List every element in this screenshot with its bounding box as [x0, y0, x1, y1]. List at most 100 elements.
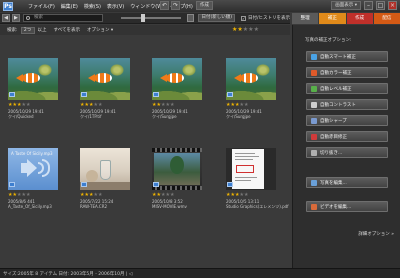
- grid-view-icon[interactable]: [186, 14, 195, 22]
- search-bar: ◀ ▶ 検索 日付(新しい順) ✓ 日付/ヒストリを表示: [0, 13, 290, 24]
- thumbnail-filename: クイ/Quicked: [8, 114, 34, 119]
- star-rating[interactable]: ★★★★★: [226, 192, 248, 198]
- edit-photo-icon: [311, 179, 317, 186]
- anemone-shape: [182, 64, 196, 76]
- stack-badge-icon: [9, 182, 15, 187]
- stack-badge-icon: [227, 182, 233, 187]
- thumbnail-image[interactable]: [226, 58, 276, 100]
- options-menu[interactable]: オプション ▾: [87, 27, 113, 33]
- stack-badge-icon: [153, 182, 159, 187]
- menu-view[interactable]: 表示(V): [104, 3, 127, 10]
- sort-order-select[interactable]: 日付(新しい順): [198, 14, 235, 22]
- star-icon[interactable]: ★: [170, 102, 174, 108]
- tab-create[interactable]: 作成: [346, 13, 373, 24]
- thumbnail-image[interactable]: [226, 148, 276, 190]
- show-all-link[interactable]: すべてを表示: [54, 27, 80, 33]
- star-icon[interactable]: ★: [244, 102, 248, 108]
- star-rating[interactable]: ★★★★★: [226, 102, 248, 108]
- search-placeholder: 検索: [33, 15, 43, 20]
- tab-fix[interactable]: 補正: [319, 13, 346, 24]
- auto-levels-button[interactable]: 自動レベル補正: [306, 83, 388, 94]
- minimize-icon[interactable]: –: [364, 1, 373, 10]
- undo-redo-group: ↶ ↷: [160, 1, 180, 10]
- close-icon[interactable]: ×: [388, 1, 397, 10]
- tab-organize[interactable]: 整理: [292, 13, 319, 24]
- star-icon[interactable]: ★: [244, 192, 248, 198]
- auto-contrast-button[interactable]: 自動コントラスト: [306, 99, 388, 110]
- tab-share[interactable]: 配信: [373, 13, 400, 24]
- back-arrow-icon[interactable]: ◀: [2, 14, 10, 22]
- maximize-icon[interactable]: □: [376, 1, 385, 10]
- redo-icon[interactable]: ↷: [171, 1, 180, 10]
- app-icon[interactable]: Ps: [3, 1, 13, 11]
- star-icon[interactable]: ★: [254, 26, 259, 34]
- fix-button-label: ビデオを編集...: [320, 204, 352, 210]
- rating-count-select[interactable]: 2つ: [20, 26, 35, 34]
- star-icon[interactable]: ★: [26, 192, 30, 198]
- thumbnail-size-slider[interactable]: [120, 14, 181, 22]
- show-date-toggle[interactable]: ✓ 日付/ヒストリを表示: [241, 15, 290, 21]
- color-fix-icon: [311, 69, 317, 76]
- edit-video-button[interactable]: ビデオを編集...: [306, 201, 388, 212]
- status-bar: サイズ:2005年 8 アイテム 日付: 2003年5月 - 2006年10月 …: [0, 268, 400, 278]
- auto-sharpen-button[interactable]: 自動シャープ: [306, 115, 388, 126]
- rock-shape: [152, 86, 202, 100]
- menu-file[interactable]: ファイル(F): [25, 3, 58, 10]
- stack-badge-icon: [81, 182, 87, 187]
- star-icon[interactable]: ★: [98, 192, 102, 198]
- forward-arrow-icon[interactable]: ▶: [11, 14, 20, 22]
- menu-find[interactable]: 検索(S): [81, 3, 104, 10]
- show-date-checkbox[interactable]: ✓: [241, 15, 246, 21]
- thumbnail-filename: RAW-TEA.CR2: [80, 204, 108, 209]
- rating-filter-stars[interactable]: ★ ★ ★ ★ ★: [232, 26, 259, 34]
- thumbnail-image[interactable]: [80, 58, 130, 100]
- stack-badge-icon: [81, 92, 87, 97]
- fix-button-label: 切り抜き...: [320, 150, 343, 156]
- fix-button-label: 自動コントラスト: [320, 102, 356, 108]
- star-rating[interactable]: ★★★★★: [152, 192, 174, 198]
- rock-shape: [80, 86, 130, 100]
- fix-button-label: 自動赤目修正: [320, 134, 347, 140]
- film-strip-top: [152, 148, 202, 152]
- smart-fix-icon: [311, 53, 317, 60]
- thumbnail-image[interactable]: [152, 58, 202, 100]
- more-options-link[interactable]: 詳細オプション »: [358, 231, 394, 237]
- thumbnail-filename: クイ/Surgjpe: [152, 114, 177, 119]
- search-input[interactable]: 検索: [22, 14, 103, 22]
- thumbnail-image[interactable]: [8, 58, 58, 100]
- anemone-shape: [256, 64, 270, 76]
- red-eye-icon: [311, 133, 317, 140]
- slider-handle[interactable]: [140, 14, 145, 22]
- fix-panel: 写真の補正オプション: 自動スマート補正 自動カラー補正 自動レベル補正 自動コ…: [292, 25, 400, 268]
- auto-smart-fix-button[interactable]: 自動スマート補正: [306, 51, 388, 62]
- star-icon[interactable]: ★: [170, 192, 174, 198]
- thumbnail-image[interactable]: A Taste Of Sicily.mp3: [8, 148, 58, 190]
- thumbnail-image[interactable]: [152, 148, 202, 190]
- screen-mode-button[interactable]: 画面表示 ▾: [331, 1, 361, 10]
- star-rating[interactable]: ★★★★★: [80, 192, 102, 198]
- thumbnail-filename: クイ/Surgjpe: [226, 114, 251, 119]
- thumbnail-image[interactable]: [80, 148, 130, 190]
- menu-bar: Ps ファイル(F) 編集(E) 検索(S) 表示(V) ウィンドウ(W) ヘル…: [0, 0, 400, 12]
- edit-photo-button[interactable]: 写真を編集...: [306, 177, 388, 188]
- stack-badge-icon: [227, 92, 233, 97]
- auto-red-eye-button[interactable]: 自動赤目修正: [306, 131, 388, 142]
- crop-button[interactable]: 切り抜き...: [306, 147, 388, 158]
- rock-shape: [226, 86, 276, 100]
- star-icon[interactable]: ★: [98, 102, 102, 108]
- create-button[interactable]: 作成: [196, 1, 213, 10]
- star-rating[interactable]: ★★★★★: [8, 192, 30, 198]
- levels-icon: [311, 85, 317, 92]
- sound-wave-icon: [42, 159, 50, 177]
- anemone-shape: [38, 64, 52, 76]
- clownfish-shape: [94, 73, 112, 83]
- star-rating[interactable]: ★★★★★: [8, 102, 30, 108]
- auto-color-button[interactable]: 自動カラー補正: [306, 67, 388, 78]
- menu-edit[interactable]: 編集(E): [58, 3, 81, 10]
- star-icon[interactable]: ★: [26, 102, 30, 108]
- star-rating[interactable]: ★★★★★: [80, 102, 102, 108]
- filter-bar: 検索: 2つ 以上 すべてを表示 オプション ▾ ★ ★ ★ ★ ★: [0, 25, 290, 35]
- flask-shape: [86, 170, 98, 182]
- star-rating[interactable]: ★★★★★: [152, 102, 174, 108]
- undo-icon[interactable]: ↶: [160, 1, 169, 10]
